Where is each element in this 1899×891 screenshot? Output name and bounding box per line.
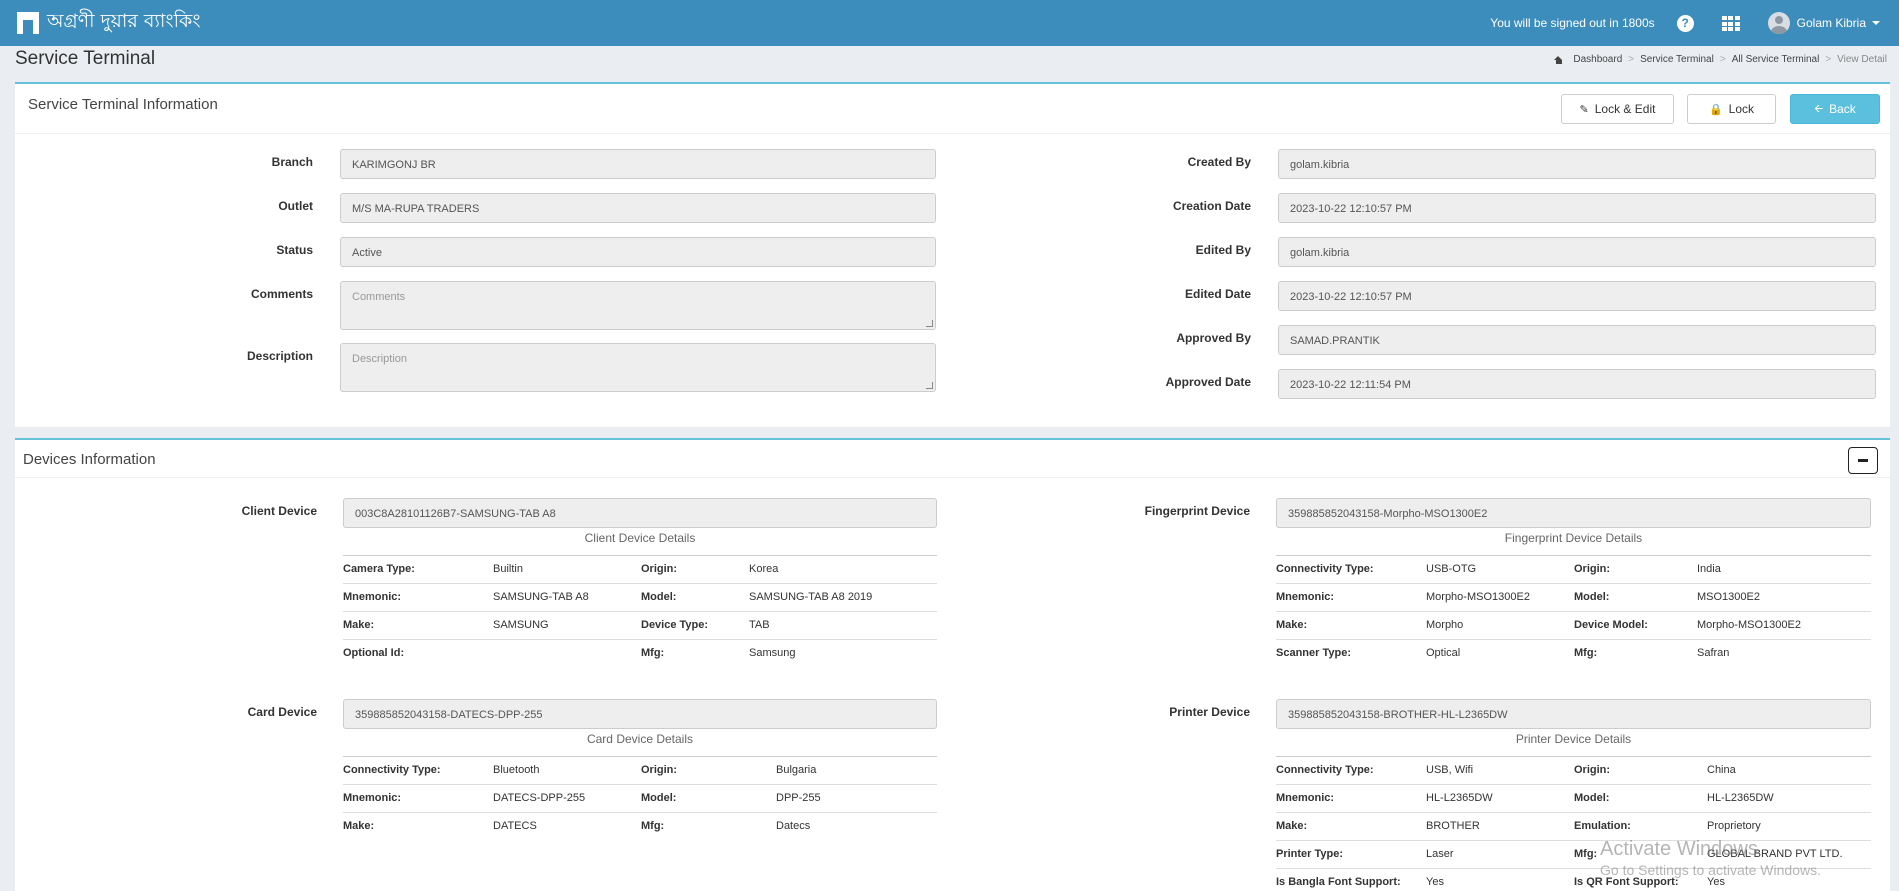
session-timer-text: You will be signed out in 1800s [1490,16,1655,30]
creation-date-field[interactable]: 2023-10-22 12:10:57 PM [1278,193,1876,223]
fingerprint-device-table: Connectivity Type: USB-OTG Origin: India Mn… [1276,555,1871,668]
lock-label: Lock [1728,102,1755,116]
top-navbar: অগ্রণী দুয়ার ব্যাংকিং You will be signe… [0,0,1899,46]
branch-label: Branch [271,155,313,169]
arrow-left-icon: 🡨 [1814,102,1824,115]
table-row: Make: DATECS Mfg: Datecs [343,820,811,832]
status-field[interactable]: Active [340,237,936,267]
created-by-field[interactable]: golam.kibria [1278,149,1876,179]
edited-by-label: Edited By [1195,243,1251,257]
comments-label: Comments [250,287,313,301]
brand-logo-icon [17,12,39,34]
outlet-label: Outlet [278,199,313,213]
breadcrumb: Dashboard > Service Terminal > All Servi… [1554,54,1887,65]
table-row: Mnemonic: Morpho-MSO1300E2 Model: MSO1300E2 [1276,584,1871,612]
back-label: Back [1829,102,1856,116]
fingerprint-device-details-title: Fingerprint Device Details [1504,531,1643,545]
box-title: Devices Information [23,451,156,468]
table-row: Make: Morpho Device Model: Morpho-MSO1300E2 [1276,612,1871,640]
table-row: Scanner Type: Optical Mfg: Safran [1276,647,1730,659]
comments-textarea[interactable]: Comments [340,281,936,330]
card-device-label: Card Device [247,705,317,719]
table-row: Connectivity Type: USB, Wifi Origin: China [1276,757,1871,785]
box-title: Service Terminal Information [28,96,218,113]
activate-windows-watermark-subtext: Go to Settings to activate Windows. [1600,862,1821,878]
service-terminal-info-box: Service Terminal Information ✎ Lock & Ed… [15,82,1890,427]
lock-edit-button[interactable]: ✎ Lock & Edit [1561,94,1674,124]
collapse-button[interactable] [1848,447,1878,474]
card-device-table: Connectivity Type: Bluetooth Origin: Bulgar… [343,756,937,841]
approved-by-label: Approved By [1176,331,1251,345]
client-device-label: Client Device [241,504,317,518]
description-textarea[interactable]: Description [340,343,936,392]
approved-date-field[interactable]: 2023-10-22 12:11:54 PM [1278,369,1876,399]
table-row: Make: SAMSUNG Device Type: TAB [343,612,937,640]
breadcrumb-dashboard[interactable]: Dashboard [1573,54,1622,65]
back-button[interactable]: 🡨 Back [1790,94,1880,124]
table-row: Make: BROTHER Emulation: Proprietory [1276,813,1871,841]
edit-icon: ✎ [1579,103,1589,116]
printer-device-details-title: Printer Device Details [1515,732,1632,746]
edited-date-label: Edited Date [1184,287,1251,301]
printer-device-label: Printer Device [1169,705,1250,719]
description-label: Description [246,349,313,363]
page-title: Service Terminal [15,48,156,69]
client-device-table: Camera Type: Builtin Origin: Korea Mnemonic… [343,555,937,668]
brand-name: অগ্রণী দুয়ার ব্যাংকিং [47,10,201,32]
client-device-field[interactable]: 003C8A28101126B7-SAMSUNG-TAB A8 [343,498,937,528]
help-icon[interactable]: ? [1676,14,1694,32]
table-row: Mnemonic: DATECS-DPP-255 Model: DPP-255 [343,785,937,813]
activate-windows-watermark: Activate Windows [1600,838,1758,860]
table-row: Mnemonic: SAMSUNG-TAB A8 Model: SAMSUNG-TAB… [343,584,937,612]
table-row: Camera Type: Builtin Origin: Korea [343,556,937,584]
branch-field[interactable]: KARIMGONJ BR [340,149,936,179]
apps-grid-icon[interactable] [1721,16,1740,31]
outlet-field[interactable]: M/S MA-RUPA TRADERS [340,193,936,223]
fingerprint-device-label: Fingerprint Device [1144,504,1250,518]
table-row: Mnemonic: HL-L2365DW Model: HL-L2365DW [1276,785,1871,813]
lock-button[interactable]: 🔒 Lock [1687,94,1776,124]
chevron-down-icon[interactable] [1872,21,1880,25]
table-row: Connectivity Type: USB-OTG Origin: India [1276,556,1871,584]
lock-edit-label: Lock & Edit [1594,102,1656,116]
home-icon [1554,55,1563,64]
breadcrumb-view-detail: View Detail [1837,54,1887,65]
brand[interactable]: অগ্রণী দুয়ার ব্যাংকিং [17,7,201,39]
created-by-label: Created By [1187,155,1251,169]
user-menu-name[interactable]: Golam Kibria [1797,16,1866,30]
minus-icon [1858,459,1868,462]
edited-date-field[interactable]: 2023-10-22 12:10:57 PM [1278,281,1876,311]
card-device-field[interactable]: 359885852043158-DATECS-DPP-255 [343,699,937,729]
creation-date-label: Creation Date [1172,199,1251,213]
edited-by-field[interactable]: golam.kibria [1278,237,1876,267]
fingerprint-device-field[interactable]: 359885852043158-Morpho-MSO1300E2 [1276,498,1871,528]
approved-date-label: Approved Date [1165,375,1251,389]
devices-info-box: Devices Information Client Device 003C8A… [15,438,1890,891]
table-row: Optional Id: Mfg: Samsung [343,647,796,659]
printer-device-field[interactable]: 359885852043158-BROTHER-HL-L2365DW [1276,699,1871,729]
card-device-details-title: Card Device Details [586,732,694,746]
table-row: Connectivity Type: Bluetooth Origin: Bulgar… [343,757,937,785]
status-label: Status [276,243,313,257]
lock-icon: 🔒 [1708,103,1723,116]
avatar[interactable] [1767,12,1790,34]
client-device-details-title: Client Device Details [584,531,696,545]
breadcrumb-all-service-terminal[interactable]: All Service Terminal [1732,54,1820,65]
breadcrumb-service-terminal[interactable]: Service Terminal [1640,54,1714,65]
approved-by-field[interactable]: SAMAD.PRANTIK [1278,325,1876,355]
